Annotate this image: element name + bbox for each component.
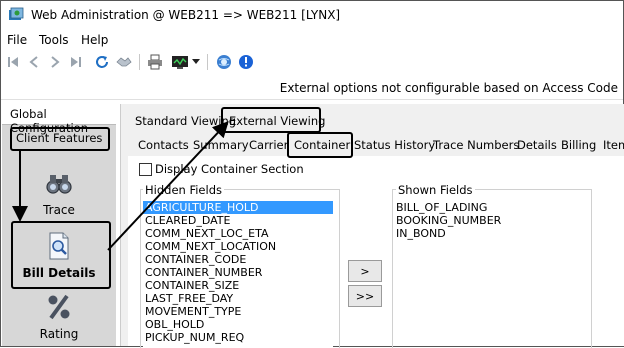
arrow-to-external-viewing [107, 121, 229, 251]
annotation-arrows [12, 121, 229, 251]
